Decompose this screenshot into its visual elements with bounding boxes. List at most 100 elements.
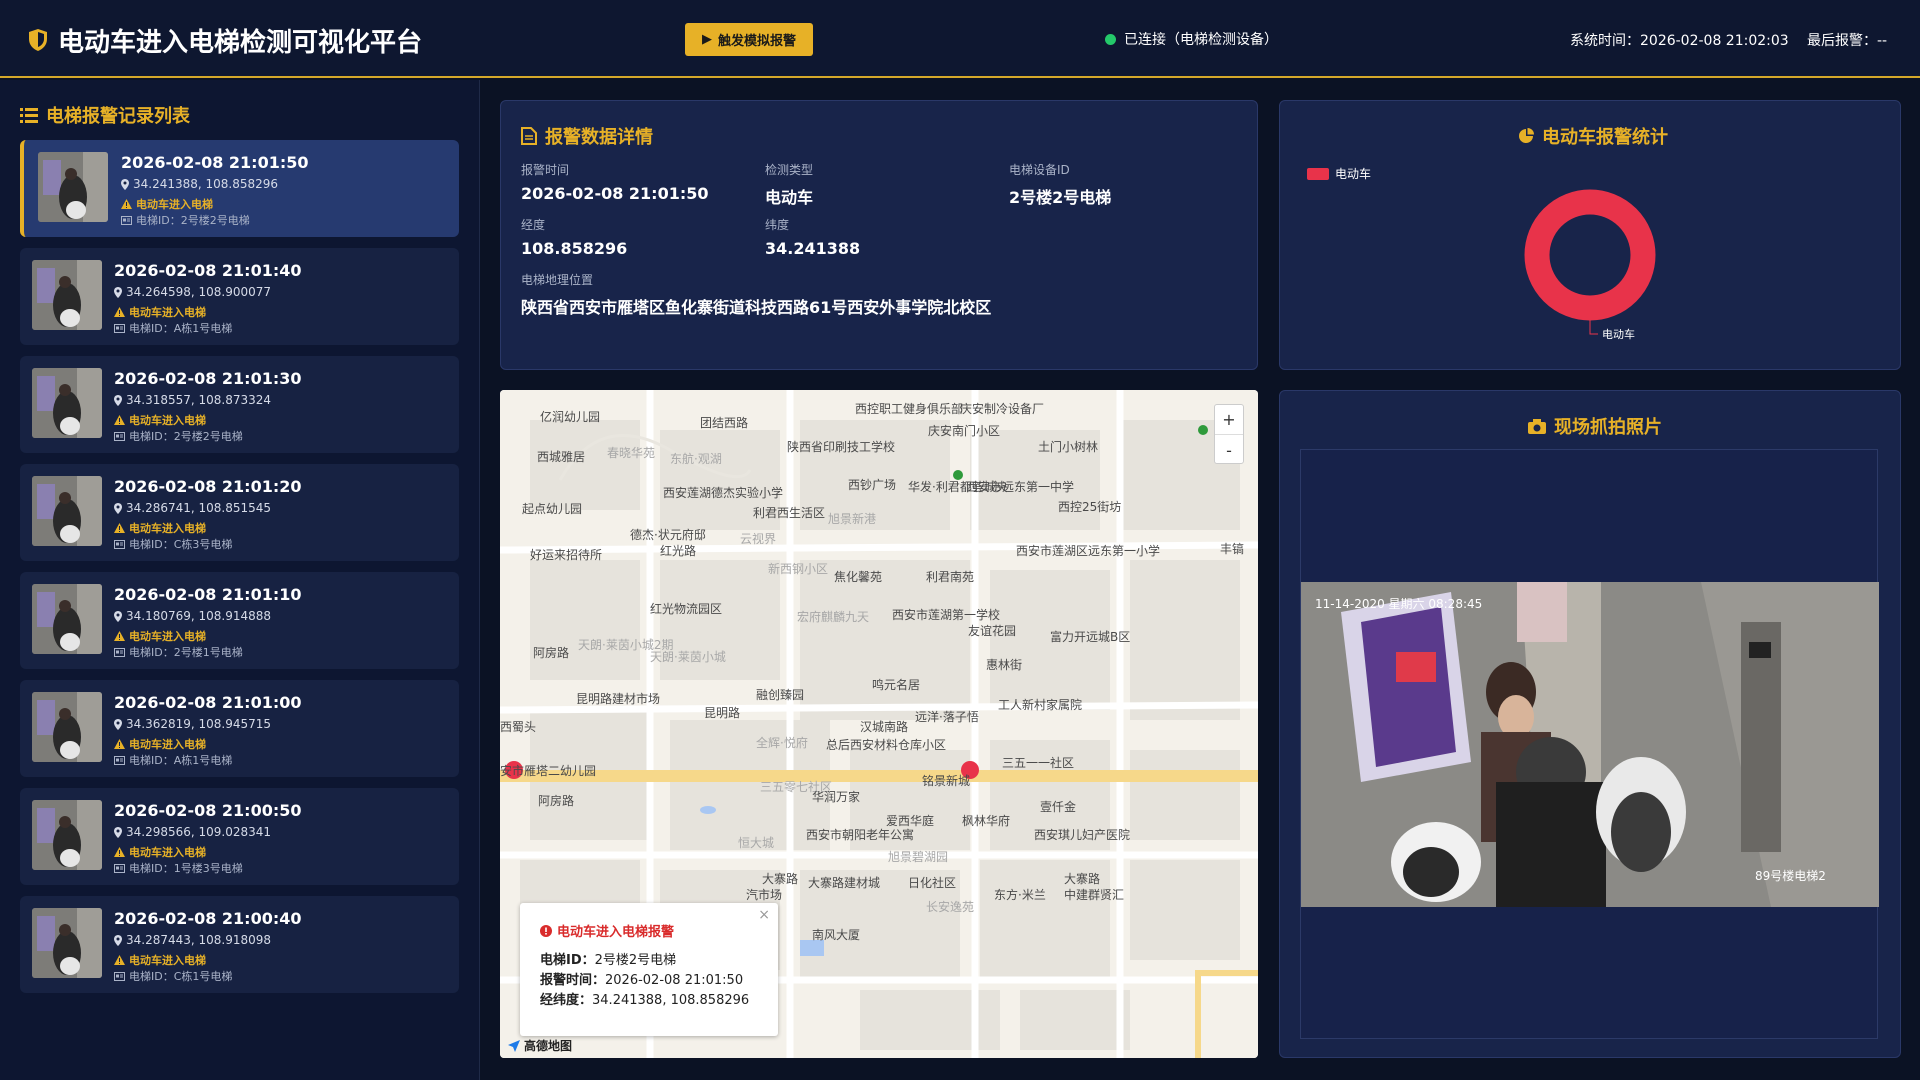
map-poi-label[interactable]: 阿房路 bbox=[538, 792, 574, 809]
map-poi-label[interactable]: 宏府麒麟九天 bbox=[797, 608, 869, 625]
simulate-alarm-button[interactable]: ▶ 触发模拟报警 bbox=[685, 23, 813, 56]
warning-icon bbox=[114, 955, 125, 965]
record-time: 2026-02-08 21:01:50 bbox=[121, 153, 309, 172]
map-poi-label[interactable]: 利君西生活区 bbox=[753, 504, 825, 521]
alarm-record-item[interactable]: 2026-02-08 21:01:20 34.286741, 108.85154… bbox=[20, 464, 459, 561]
alarm-record-item[interactable]: 2026-02-08 21:01:40 34.264598, 108.90007… bbox=[20, 248, 459, 345]
record-alarm-text: 电动车进入电梯 bbox=[129, 306, 206, 319]
slice-label-leader bbox=[1589, 320, 1598, 335]
map-poi-label[interactable]: 华润万家 bbox=[812, 788, 860, 805]
map-poi-label[interactable]: 总后西安材料仓库小区 bbox=[826, 736, 946, 753]
map-poi-label[interactable]: 旭景新港 bbox=[828, 510, 876, 527]
map-poi-label[interactable]: 壹仟金 bbox=[1040, 798, 1076, 815]
map-poi-label[interactable]: 云视界 bbox=[740, 530, 776, 547]
map-poi-label[interactable]: 亿润幼儿园 bbox=[540, 408, 600, 425]
map-poi-label[interactable]: 阿房路 bbox=[533, 644, 569, 661]
record-elevator-text: 电梯ID：C栋3号电梯 bbox=[129, 538, 233, 551]
alarm-record-item[interactable]: 2026-02-08 21:00:50 34.298566, 109.02834… bbox=[20, 788, 459, 885]
alarm-record-item[interactable]: 2026-02-08 21:01:50 34.241388, 108.85829… bbox=[20, 140, 459, 237]
map-poi-label[interactable]: 汽市场 bbox=[746, 886, 782, 903]
map-poi-label[interactable]: 红光物流园区 bbox=[650, 600, 722, 617]
map-poi-label[interactable]: 远洋·落子悟 bbox=[915, 708, 979, 725]
map-poi-label[interactable]: 土门小树林 bbox=[1038, 438, 1098, 455]
record-alarm-text: 电动车进入电梯 bbox=[129, 414, 206, 427]
map-poi-label[interactable]: 工人新村家属院 bbox=[998, 696, 1082, 713]
map-poi-label[interactable]: 恒大城 bbox=[738, 834, 774, 851]
zoom-out-button[interactable]: - bbox=[1215, 435, 1243, 465]
map-poi-label[interactable]: 中建群贤汇 bbox=[1064, 886, 1124, 903]
map-poi-label[interactable]: 大寨路 bbox=[1064, 870, 1100, 887]
map-poi-label[interactable]: 西安市莲湖区远东第一小学 bbox=[1016, 542, 1160, 559]
map-poi-label[interactable]: 起点幼儿园 bbox=[522, 500, 582, 517]
map-poi-label[interactable]: 焦化馨苑 bbox=[834, 568, 882, 585]
map-poi-label[interactable]: 昆明路建材市场 bbox=[576, 690, 660, 707]
record-coord: 34.298566, 109.028341 bbox=[114, 825, 271, 839]
map-poi-label[interactable]: 南风大厦 bbox=[812, 926, 860, 943]
map-poi-label[interactable]: 好运来招待所 bbox=[530, 546, 602, 563]
map-poi-label[interactable]: 西安市远东第一中学 bbox=[966, 478, 1074, 495]
latitude-value: 34.241388 bbox=[765, 239, 861, 258]
zoom-in-button[interactable]: + bbox=[1215, 405, 1243, 435]
map-poi-label[interactable]: 旭景碧湖园 bbox=[888, 848, 948, 865]
map-poi-label[interactable]: 全辉·悦府 bbox=[756, 734, 808, 751]
map-poi-label[interactable]: 日化社区 bbox=[908, 874, 956, 891]
map-poi-label[interactable]: 丰镐 bbox=[1220, 540, 1244, 557]
map-poi-label[interactable]: 西安莲湖德杰实验小学 bbox=[663, 484, 783, 501]
map-poi-label[interactable]: 惠林街 bbox=[986, 656, 1022, 673]
map-poi-label[interactable]: 西安琪儿妇产医院 bbox=[1034, 826, 1130, 843]
map-poi-label[interactable]: 红光路 bbox=[660, 542, 696, 559]
map-poi-label[interactable]: 新西钢小区 bbox=[768, 560, 828, 577]
alarm-record-item[interactable]: 2026-02-08 21:00:40 34.287443, 108.91809… bbox=[20, 896, 459, 993]
id-card-icon bbox=[114, 863, 125, 873]
map-poi-label[interactable]: 长安逸苑 bbox=[926, 898, 974, 915]
map-poi-label[interactable]: 融创臻园 bbox=[756, 686, 804, 703]
map-poi-label[interactable]: 大寨路建材城 bbox=[808, 874, 880, 891]
map-poi-label[interactable]: 西城雅居 bbox=[537, 448, 585, 465]
map-poi-label[interactable]: 铭景新城 bbox=[922, 772, 970, 789]
map-poi-label[interactable]: 昆明路 bbox=[704, 704, 740, 721]
map-poi-label[interactable]: 天朗·莱茵小城 bbox=[650, 648, 726, 665]
snapshot-photo[interactable]: 11-14-2020 星期六 08:28:45 89号楼电梯2 bbox=[1301, 582, 1879, 907]
play-icon: ▶ bbox=[701, 32, 712, 47]
map-logo[interactable]: 高德地图 bbox=[508, 1037, 572, 1054]
map-poi-label[interactable]: 西控25街坊 bbox=[1058, 498, 1121, 515]
device-id-field: 电梯设备ID 2号楼2号电梯 bbox=[1009, 161, 1111, 208]
warning-icon bbox=[114, 739, 125, 749]
map-poi-label[interactable]: 西控职工健身俱乐部 bbox=[855, 400, 963, 417]
record-time: 2026-02-08 21:01:00 bbox=[114, 693, 302, 712]
map-poi-label[interactable]: 汉城南路 bbox=[860, 718, 908, 735]
map-poi-label[interactable]: 安市雁塔二幼儿园 bbox=[500, 762, 596, 779]
alarm-record-item[interactable]: 2026-02-08 21:01:00 34.362819, 108.94571… bbox=[20, 680, 459, 777]
map-poi-label[interactable]: 西安市朝阳老年公寓 bbox=[806, 826, 914, 843]
map-poi-label[interactable]: 庆安南门小区 bbox=[928, 422, 1000, 439]
map-poi-label[interactable]: 庆安制冷设备厂 bbox=[960, 400, 1044, 417]
map-poi-label[interactable]: 友谊花园 bbox=[968, 622, 1016, 639]
alarm-record-item[interactable]: 2026-02-08 21:01:10 34.180769, 108.91488… bbox=[20, 572, 459, 669]
record-alarm: 电动车进入电梯 bbox=[114, 844, 206, 860]
record-elevator-id: 电梯ID：A栋1号电梯 bbox=[114, 320, 232, 336]
map-poi-label[interactable]: 鸣元名居 bbox=[872, 676, 920, 693]
map-poi-label[interactable]: 大寨路 bbox=[762, 870, 798, 887]
warning-icon bbox=[114, 631, 125, 641]
map-poi-label[interactable]: 三五一一社区 bbox=[1002, 754, 1074, 771]
chart-slice-electric-bike[interactable] bbox=[1524, 189, 1656, 321]
popup-close-button[interactable]: × bbox=[758, 907, 770, 923]
map-poi-label[interactable]: 德杰·状元府邸 bbox=[630, 526, 706, 543]
map[interactable]: 亿润幼儿园 团结西路 西控职工健身俱乐部 庆安制冷设备厂庆安南门小区土门小树林 陕西省印… bbox=[500, 390, 1258, 1058]
record-coord-text: 34.286741, 108.851545 bbox=[126, 501, 272, 515]
map-poi-label[interactable]: 枫林华府 bbox=[962, 812, 1010, 829]
map-poi-label[interactable]: 西蜀头 bbox=[500, 718, 536, 735]
map-poi-label[interactable]: 春晓华苑 bbox=[607, 444, 655, 461]
map-poi-label[interactable]: 利君南苑 bbox=[926, 568, 974, 585]
map-poi-label[interactable]: 西钞广场 bbox=[848, 476, 896, 493]
map-poi-label[interactable]: 东方·米兰 bbox=[994, 886, 1046, 903]
map-poi-label[interactable]: 西安市莲湖第一学校 bbox=[892, 606, 1000, 623]
list-icon bbox=[20, 108, 38, 123]
record-thumbnail bbox=[32, 476, 102, 546]
map-poi-label[interactable]: 富力开远城B区 bbox=[1050, 628, 1130, 645]
map-poi-label[interactable]: 东航·观湖 bbox=[670, 450, 722, 467]
record-elevator-id: 电梯ID：1号楼3号电梯 bbox=[114, 860, 243, 876]
map-poi-label[interactable]: 陕西省印刷技工学校 bbox=[787, 438, 895, 455]
alarm-record-item[interactable]: 2026-02-08 21:01:30 34.318557, 108.87332… bbox=[20, 356, 459, 453]
map-poi-label[interactable]: 团结西路 bbox=[700, 414, 748, 431]
